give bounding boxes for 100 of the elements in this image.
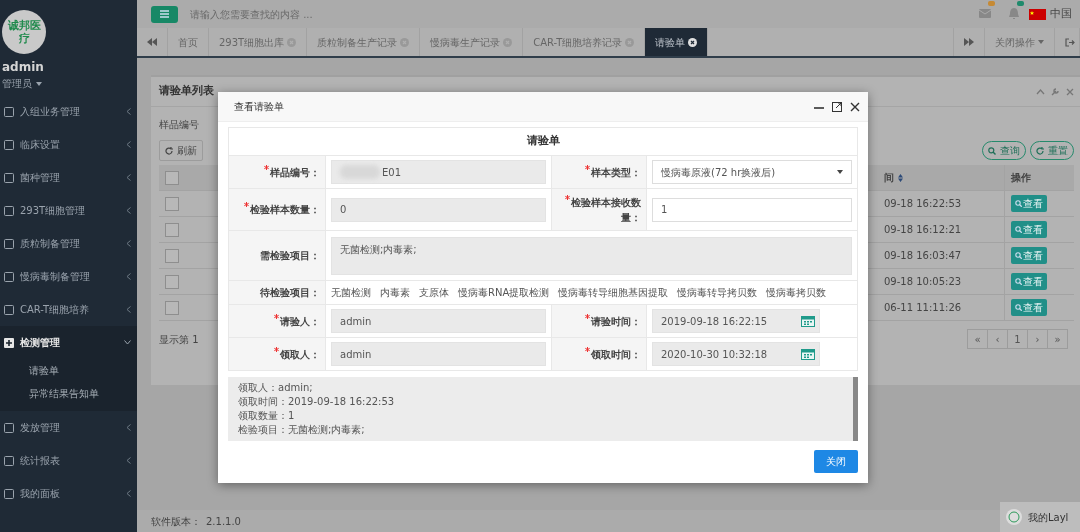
bell-icon[interactable] [1009, 8, 1019, 20]
square-icon [4, 422, 14, 433]
checkbox[interactable] [165, 170, 179, 185]
log-text-area[interactable]: 领取人：admin; 领取时间：2019-09-18 16:22:53 领取数量：1 检验项目：无菌检测;内毒素; [228, 377, 858, 441]
zoom-icon [1015, 252, 1022, 259]
view-button[interactable]: 查看 [1011, 299, 1047, 316]
calendar-icon [801, 348, 815, 360]
square-icon [4, 172, 14, 183]
checkbox[interactable] [165, 248, 179, 263]
language-label[interactable]: 中国 [1050, 5, 1072, 23]
close-button[interactable]: 关闭 [814, 450, 858, 473]
chevron-left-icon [126, 273, 131, 280]
chevron-left-icon [126, 424, 131, 431]
column-header: 间 [884, 171, 894, 185]
field-label: 领取人： [280, 348, 320, 360]
submenu-item[interactable]: 异常结果告知单 [0, 382, 99, 405]
sidebar-item[interactable]: CAR-T细胞培养 [0, 293, 137, 326]
square-icon [4, 139, 14, 150]
wrench-icon[interactable] [1051, 87, 1060, 96]
chevron-up-icon[interactable] [1036, 88, 1045, 95]
sidebar-item[interactable]: 我的面板 [0, 477, 137, 510]
menu-icon [160, 10, 169, 18]
chevron-left-icon [126, 457, 131, 464]
user-name: admin [2, 59, 45, 76]
checkbox[interactable] [165, 274, 179, 289]
table-cell: 09-18 10:05:23 [884, 276, 962, 287]
sidebar-item[interactable]: 检测管理 [0, 326, 137, 359]
input-field[interactable]: 1 [652, 197, 852, 222]
pagination-summary: 显示第 1 [159, 333, 199, 345]
table-cell: 09-18 16:03:47 [884, 250, 962, 261]
notification-badge [1017, 0, 1024, 6]
view-button[interactable]: 查看 [1011, 195, 1047, 212]
checkbox[interactable] [165, 222, 179, 237]
view-button[interactable]: 查看 [1011, 247, 1047, 264]
version-label: 软件版本： [151, 514, 201, 529]
refresh-button[interactable]: 刷新 [159, 140, 203, 161]
caret-icon [1038, 40, 1044, 44]
option-label: 慢病毒RNA提取检测 [458, 286, 550, 300]
page-button[interactable]: » [1047, 329, 1068, 349]
square-icon [4, 106, 14, 117]
double-right-icon [964, 38, 974, 46]
square-icon [4, 304, 14, 315]
maximize-icon[interactable] [832, 101, 842, 112]
checkbox[interactable] [165, 196, 179, 211]
field-label: 请验时间： [591, 315, 641, 327]
field-label: 样本类型： [591, 166, 641, 178]
submenu-item[interactable]: 请验单 [0, 359, 59, 382]
logo-icon [1006, 509, 1022, 525]
filter-label: 样品编号 [159, 118, 200, 132]
page-button[interactable]: 1 [1007, 329, 1028, 349]
sidebar-item[interactable]: 入组业务管理 [0, 95, 137, 128]
sidebar-item[interactable]: 质粒制备管理 [0, 227, 137, 260]
field-label: 需检验项目： [260, 250, 320, 261]
square-icon [4, 455, 14, 466]
form-title: 请验单 [526, 134, 560, 148]
sidebar-item[interactable]: 慢病毒制备管理 [0, 260, 137, 293]
table-cell: 06-11 11:11:26 [884, 302, 962, 313]
sort-icon[interactable] [898, 173, 903, 182]
sidebar-item[interactable]: 菌种管理 [0, 161, 137, 194]
page-button[interactable]: ‹ [987, 329, 1008, 349]
calendar-icon [801, 315, 815, 327]
field-label: 待检验项目： [260, 287, 320, 298]
chat-widget[interactable]: 我的Layl [1000, 502, 1080, 532]
chevron-left-icon [126, 141, 131, 148]
logo: 诚邦医疗 [2, 10, 46, 54]
square-icon [4, 271, 14, 282]
square-icon [4, 238, 14, 249]
option-label: 慢病毒转导细胞基因提取 [558, 286, 669, 300]
sign-out-icon [1065, 37, 1075, 47]
checkbox[interactable] [165, 300, 179, 315]
option-label: 无菌检测 [331, 286, 371, 300]
zoom-icon [1015, 200, 1022, 207]
view-button[interactable]: 查看 [1011, 221, 1047, 238]
page-button[interactable]: › [1027, 329, 1048, 349]
sidebar-item[interactable]: 293T细胞管理 [0, 194, 137, 227]
version-number: 2.1.1.0 [206, 514, 241, 529]
user-role-dropdown[interactable]: 管理员 [2, 76, 42, 91]
mail-icon[interactable] [979, 9, 991, 19]
close-circle-icon[interactable] [688, 37, 698, 47]
sidebar-item[interactable]: 发放管理 [0, 411, 137, 444]
tab[interactable]: 请验单 [645, 28, 709, 56]
scroll-right-button[interactable] [953, 28, 985, 56]
option-label: 内毒素 [380, 286, 410, 300]
square-icon [4, 205, 14, 216]
chevron-down-icon [124, 340, 131, 345]
menu-button[interactable] [151, 5, 178, 23]
view-button[interactable]: 查看 [1011, 273, 1047, 290]
search-icon [988, 146, 996, 155]
sidebar-item[interactable]: 临床设置 [0, 128, 137, 161]
flag-icon [1029, 8, 1046, 20]
column-header: 操作 [1011, 171, 1031, 185]
chevron-left-icon [126, 108, 131, 115]
close-icon[interactable] [850, 101, 860, 112]
option-label: 慢病毒拷贝数 [766, 286, 827, 300]
field-label: 领取时间： [591, 348, 641, 360]
select-field[interactable]: 慢病毒原液(72 hr换液后) [652, 160, 852, 184]
chevron-left-icon [126, 306, 131, 313]
field-label: 检验样本接收数量： [571, 196, 641, 223]
page-button[interactable]: « [967, 329, 988, 349]
sidebar-item[interactable]: 统计报表 [0, 444, 137, 477]
